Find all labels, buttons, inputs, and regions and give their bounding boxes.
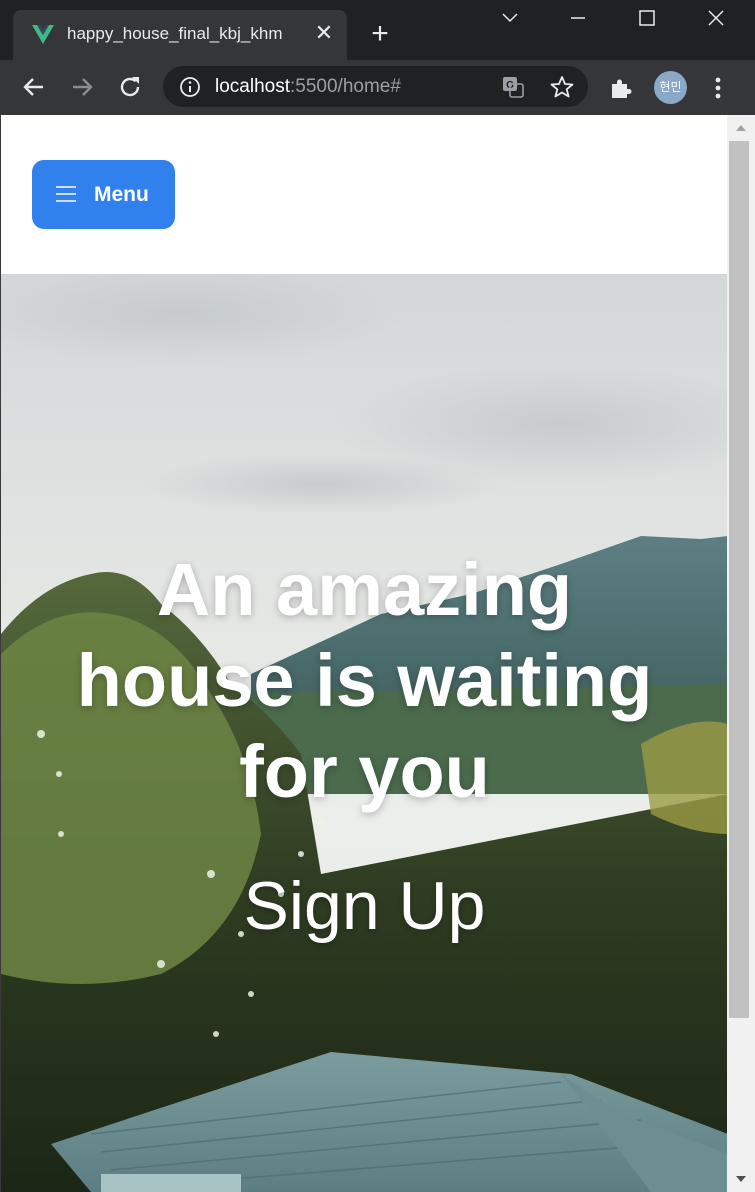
- browser-tab[interactable]: happy_house_final_kbj_khm ✕: [13, 10, 347, 60]
- tab-strip: happy_house_final_kbj_khm ✕ +: [0, 0, 755, 60]
- close-window-icon[interactable]: [704, 6, 728, 30]
- tab-title: happy_house_final_kbj_khm: [67, 24, 283, 43]
- translate-icon[interactable]: G: [501, 75, 525, 99]
- url-host: localhost: [215, 76, 290, 97]
- hero-title-line: house is waiting: [76, 639, 653, 722]
- scroll-down-arrow-icon[interactable]: [727, 1167, 755, 1192]
- hero-title-line: for you: [239, 730, 490, 813]
- sign-up-link[interactable]: Sign Up: [1, 867, 727, 945]
- new-tab-icon[interactable]: +: [366, 19, 394, 49]
- maximize-icon[interactable]: [635, 6, 659, 30]
- more-menu-icon[interactable]: [706, 74, 730, 102]
- minimize-icon[interactable]: [566, 6, 590, 30]
- extensions-puzzle-icon[interactable]: [608, 75, 634, 101]
- hamburger-icon: [56, 186, 76, 202]
- scroll-up-arrow-icon[interactable]: [727, 115, 755, 141]
- forward-arrow-icon[interactable]: [67, 72, 97, 102]
- menu-label: Menu: [94, 183, 149, 206]
- scrollbar-thumb[interactable]: [729, 141, 749, 1018]
- bookmark-star-icon[interactable]: [549, 74, 575, 100]
- address-bar[interactable]: localhost:5500/home# G: [163, 66, 588, 107]
- site-info-icon[interactable]: [179, 76, 201, 98]
- url-path: :5500/home#: [290, 76, 401, 97]
- vue-logo-icon: [32, 25, 54, 44]
- hero-section: An amazing house is waiting for you Sign…: [1, 274, 727, 1192]
- page-viewport: Menu An amazing house is waiting for you…: [0, 115, 727, 1192]
- menu-button[interactable]: Menu: [32, 160, 175, 229]
- browser-toolbar: localhost:5500/home# G 현민: [0, 60, 755, 115]
- tab-search-chevron-icon[interactable]: [498, 6, 522, 30]
- tab-close-icon[interactable]: ✕: [313, 22, 335, 44]
- reload-icon[interactable]: [115, 72, 145, 102]
- profile-avatar[interactable]: 현민: [654, 71, 687, 104]
- url-text[interactable]: localhost:5500/home#: [215, 76, 401, 98]
- hero-title: An amazing house is waiting for you: [1, 544, 727, 817]
- vertical-scrollbar[interactable]: [727, 115, 755, 1192]
- hero-title-line: An amazing: [156, 548, 573, 631]
- back-arrow-icon[interactable]: [19, 72, 49, 102]
